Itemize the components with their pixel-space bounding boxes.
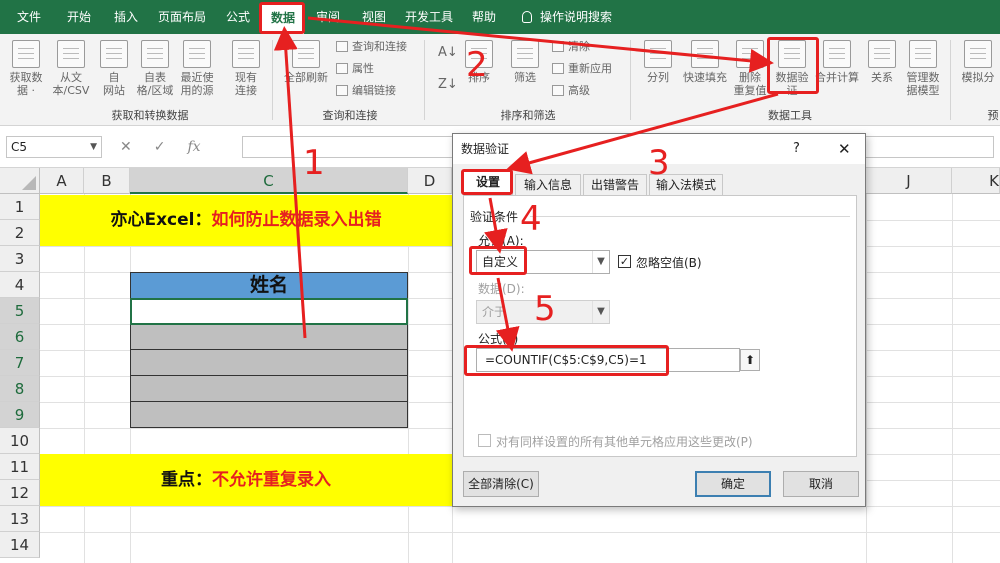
arrow-2 <box>307 16 774 73</box>
annotation-arrows <box>273 16 779 352</box>
step-1-label: 1 <box>303 143 325 183</box>
arrow-4 <box>484 197 508 254</box>
step-3-label: 3 <box>648 143 670 183</box>
step-5-label: 5 <box>534 289 556 329</box>
step-4-label: 4 <box>520 199 542 239</box>
arrow-1 <box>273 26 307 339</box>
arrow-5 <box>495 277 520 352</box>
step-2-label: 2 <box>466 45 488 85</box>
